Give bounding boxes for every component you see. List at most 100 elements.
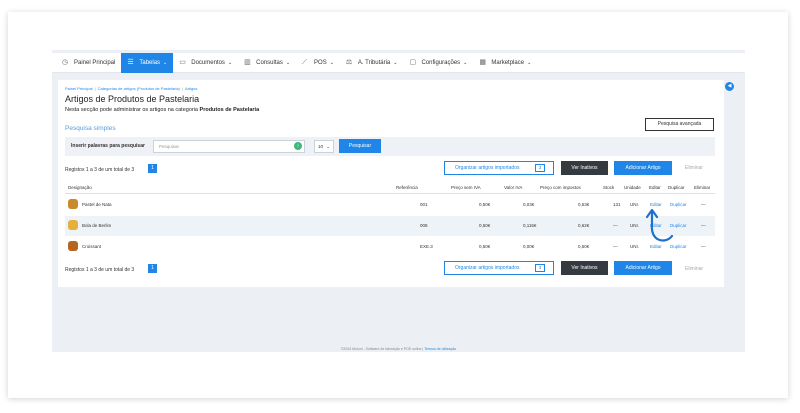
nav-item-2[interactable]: ▭ Documentos ⌄: [173, 53, 238, 73]
table-row[interactable]: Pastel de Nata 001 0,50€ 0,03€ 0,53€ 131 UNI. E…: [65, 195, 715, 215]
view-inactive-button-bottom[interactable]: Ver Inativos: [561, 261, 608, 275]
product-price: 0,50€: [479, 223, 491, 228]
product-vat: 0,115€: [523, 223, 537, 228]
organize-imported-button[interactable]: Organizar artigos importados 3: [444, 161, 554, 175]
bar-chart-icon: ▥: [244, 58, 251, 66]
col-stock[interactable]: Stock: [603, 185, 614, 190]
delete-link[interactable]: —: [701, 223, 706, 228]
nav-label: Consultas: [256, 59, 283, 66]
col-edit: Editar: [649, 185, 661, 190]
nav-label: POS: [314, 59, 327, 66]
breadcrumb-home[interactable]: Painel Principal: [65, 86, 93, 91]
articles-panel: Painel Principal | Categorias de artigos (…: [58, 80, 724, 287]
simple-search-tab[interactable]: Pesquisa simples: [65, 125, 116, 132]
search-button[interactable]: Pesquisar: [339, 139, 381, 153]
nav-item-7[interactable]: ▦ Marketplace ⌄: [473, 53, 537, 73]
product-thumbnail: [68, 241, 78, 251]
search-input[interactable]: Pesquisar: [153, 140, 305, 153]
product-unit: UNI.: [630, 223, 639, 228]
chevron-down-icon: ⌄: [393, 59, 398, 66]
breadcrumb-category[interactable]: Categorias de artigos (Produtos de Paste…: [98, 86, 180, 91]
nav-label: Documentos: [191, 59, 225, 66]
col-reference[interactable]: Referência: [396, 185, 418, 190]
add-article-button[interactable]: Adicionar Artigo: [614, 161, 672, 175]
delete-link[interactable]: —: [701, 202, 706, 207]
pos-icon: ⟋: [302, 58, 307, 66]
delete-button[interactable]: Eliminar: [685, 165, 703, 171]
add-article-button-bottom[interactable]: Adicionar Artigo: [614, 261, 672, 275]
col-total[interactable]: Preço com impostos: [540, 185, 581, 190]
table-row[interactable]: Croissant EXE.3 0,50€ 0,00€ 0,50€ — UNI. Editar…: [65, 237, 715, 257]
page-title: Artigos de Produtos de Pastelaria: [65, 94, 200, 104]
nav-item-4[interactable]: ⟋ POS ⌄: [296, 53, 340, 73]
product-name[interactable]: Pastel de Nata: [82, 202, 112, 207]
header-divider: [65, 193, 715, 194]
curved-arrow-annotation: [646, 208, 674, 242]
col-price[interactable]: Preço sem IVA: [451, 185, 481, 190]
nav-label: Tabelas: [139, 59, 161, 66]
search-go-icon[interactable]: ›: [294, 142, 302, 150]
product-total: 0,53€: [578, 202, 590, 207]
tables-icon: ☰: [127, 58, 134, 66]
product-total: 0,62€: [578, 223, 590, 228]
nav-label: Marketplace: [491, 59, 525, 66]
nav-item-6[interactable]: ▢ Configurações ⌄: [403, 53, 473, 73]
per-page-select[interactable]: 10 ⌄: [314, 140, 334, 153]
product-unit: UNI.: [630, 202, 639, 207]
nav-item-3[interactable]: ▥ Consultas ⌄: [238, 53, 296, 73]
col-duplicate: Duplicar: [668, 185, 685, 190]
delete-link[interactable]: —: [701, 244, 706, 249]
col-delete: Eliminar: [694, 185, 711, 190]
product-reference: 001: [420, 202, 428, 207]
page-number-bottom[interactable]: 1: [148, 264, 157, 273]
breadcrumb: Painel Principal | Categorias de artigos (…: [65, 86, 198, 91]
chevron-down-icon: ⌄: [527, 59, 532, 66]
product-vat: 0,03€: [523, 202, 535, 207]
chevron-down-icon: ⌄: [285, 59, 291, 66]
records-count: Registos 1 a 3 de um total de 3: [65, 167, 135, 173]
product-name[interactable]: Croissant: [82, 244, 101, 249]
chevron-down-icon: ⌄: [227, 59, 233, 66]
advanced-search-button[interactable]: Pesquisa avançada: [645, 118, 714, 131]
product-thumbnail: [68, 220, 78, 230]
document-icon: ▭: [179, 58, 186, 66]
nav-label: A. Tributária: [357, 59, 391, 66]
nav-item-1[interactable]: ☰ Tabelas ⌄: [121, 52, 174, 73]
page-subtitle: Nesta secção pode administrar os artigos…: [65, 107, 260, 113]
grid-icon: ▦: [479, 58, 486, 66]
product-vat: 0,00€: [523, 244, 535, 249]
organize-imported-button-bottom[interactable]: Organizar artigos importados 3: [444, 261, 554, 275]
nav-label: Configurações: [421, 59, 461, 66]
dashboard-icon: ◷: [62, 58, 69, 66]
col-designation[interactable]: Designação: [68, 185, 92, 190]
footer: ©2024 Moloni - Software de faturação e P…: [52, 347, 745, 351]
chevron-down-icon: ⌄: [163, 59, 168, 66]
collapse-icon[interactable]: ◀: [725, 82, 734, 91]
nav-label: Painel Principal: [74, 59, 116, 66]
nav-item-5[interactable]: ⚖ A. Tributária ⌄: [340, 53, 404, 73]
breadcrumb-articles[interactable]: Artigos: [185, 86, 197, 91]
scale-icon: ⚖: [345, 58, 353, 66]
search-bar: Inserir palavras para pesquisar Pesquisa…: [65, 137, 715, 156]
terms-link[interactable]: Termos de utilização: [424, 347, 456, 351]
nav-item-0[interactable]: ◷ Painel Principal: [56, 53, 121, 73]
page-number[interactable]: 1: [148, 164, 157, 173]
chevron-down-icon: ⌄: [329, 59, 334, 66]
col-vat[interactable]: Valor IVA: [504, 185, 522, 190]
chevron-down-icon: ⌄: [463, 59, 468, 66]
settings-icon: ▢: [409, 58, 417, 66]
col-unit[interactable]: Unidade: [624, 185, 641, 190]
product-reference: EXE.3: [420, 244, 433, 249]
product-price: 0,50€: [479, 202, 491, 207]
product-total: 0,50€: [578, 244, 590, 249]
main-nav: ◷ Painel Principal ☰ Tabelas ⌄ ▭ Documentos ⌄ ▥ C…: [52, 52, 745, 73]
product-stock: —: [613, 223, 618, 228]
product-stock: 131: [613, 202, 621, 207]
product-thumbnail: [68, 199, 78, 209]
table-row[interactable]: Bola de Berlim 008 0,50€ 0,115€ 0,62€ — UNI. Ed…: [65, 216, 715, 236]
product-name[interactable]: Bola de Berlim: [82, 223, 111, 228]
product-reference: 008: [420, 223, 428, 228]
delete-button-bottom[interactable]: Eliminar: [685, 266, 703, 272]
product-unit: UNI.: [630, 244, 639, 249]
view-inactive-button[interactable]: Ver Inativos: [561, 161, 608, 175]
